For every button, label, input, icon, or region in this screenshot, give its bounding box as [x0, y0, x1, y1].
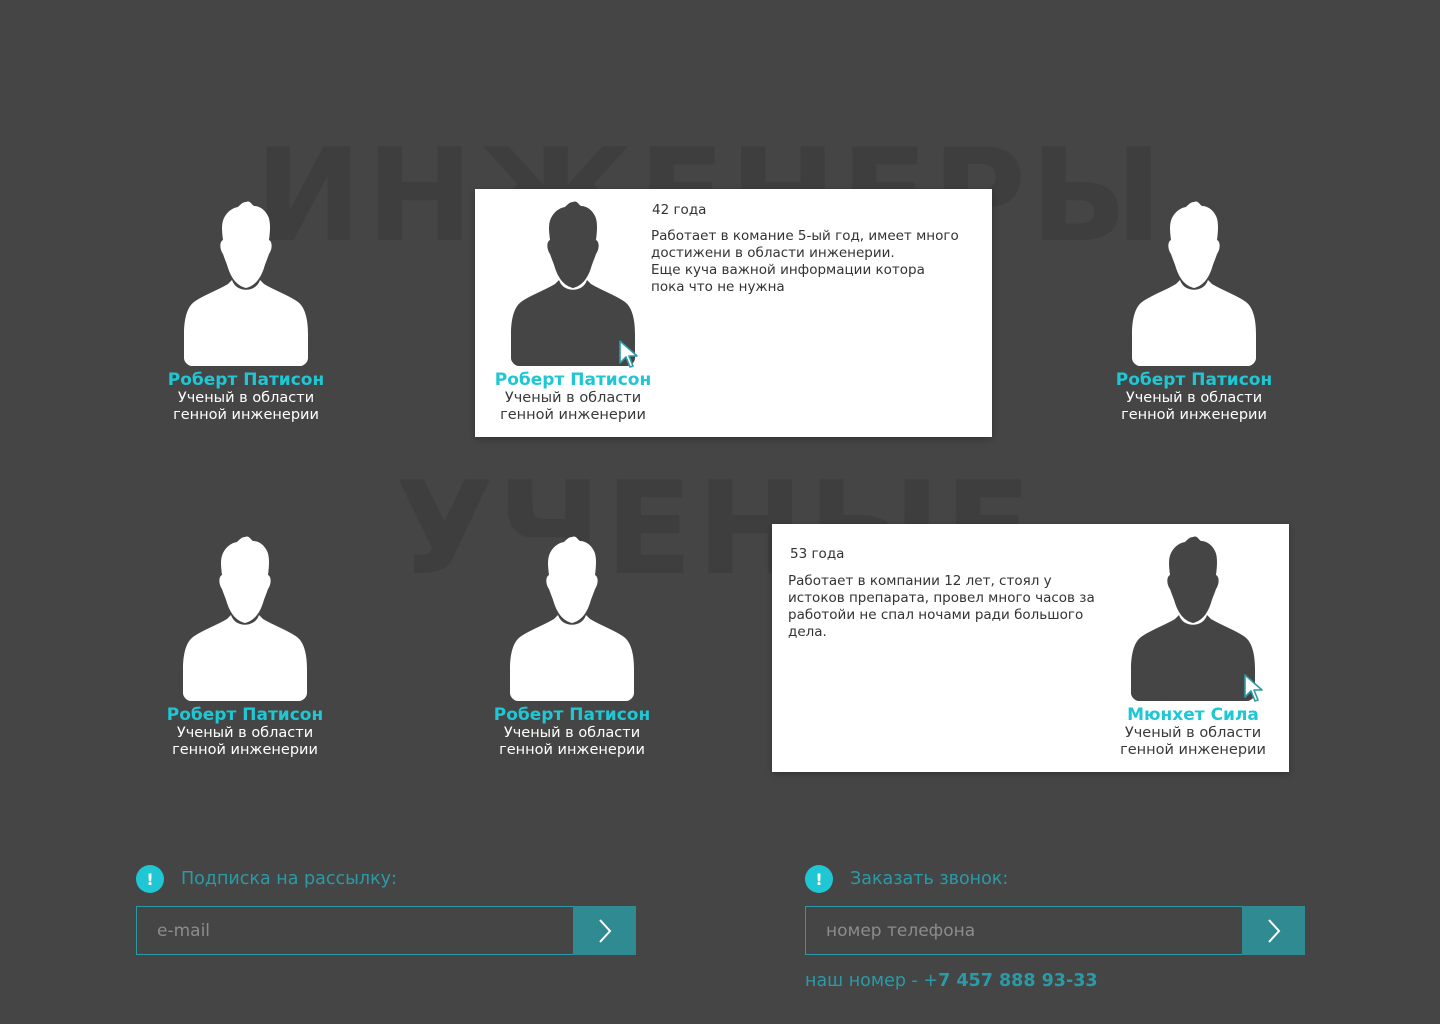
email-input[interactable] — [136, 906, 573, 955]
person-name: Мюнхет Сила — [1127, 705, 1259, 725]
person-name: Роберт Патисон — [493, 705, 651, 725]
person-card[interactable]: Мюнхет Сила Ученый в области генной инжен… — [1083, 533, 1303, 759]
person-age: 53 года — [790, 546, 845, 562]
person-role: Ученый в области генной инженерии — [500, 390, 646, 423]
person-role: Ученый в области генной инженерии — [1120, 725, 1266, 758]
person-description: Работает в компании 12 лет, стоял у исто… — [788, 573, 1095, 640]
person-role: Ученый в области генной инженерии — [1121, 390, 1267, 423]
user-avatar-icon — [1132, 201, 1256, 366]
person-role: Ученый в области генной инженерии — [499, 725, 645, 758]
alert-icon: ! — [136, 865, 164, 893]
callback-label: Заказать звонок: — [850, 869, 1009, 889]
person-card[interactable]: Роберт Патисон Ученый в области генной ин… — [1084, 198, 1304, 424]
newsletter-section: ! Подписка на рассылку: — [136, 864, 636, 955]
user-avatar-icon — [183, 536, 307, 701]
user-avatar-icon — [184, 201, 308, 366]
user-avatar-icon — [510, 536, 634, 701]
phone-input[interactable] — [805, 906, 1242, 955]
phone-prefix: наш номер - + — [805, 971, 939, 991]
person-role: Ученый в области генной инженерии — [172, 725, 318, 758]
phone-number: 7 457 888 93-33 — [938, 971, 1098, 991]
chevron-right-icon — [1267, 918, 1280, 943]
person-role: Ученый в области генной инженерии — [173, 390, 319, 423]
alert-icon: ! — [805, 865, 833, 893]
person-card[interactable]: Роберт Патисон Ученый в области генной ин… — [135, 533, 355, 759]
callback-submit-button[interactable] — [1242, 906, 1305, 955]
person-name: Роберт Патисон — [1115, 370, 1273, 390]
person-card[interactable]: Роберт Патисон Ученый в области генной ин… — [463, 198, 683, 424]
mouse-cursor-icon — [619, 340, 638, 368]
person-card[interactable]: Роберт Патисон Ученый в области генной ин… — [462, 533, 682, 759]
newsletter-submit-button[interactable] — [573, 906, 636, 955]
person-description: Работает в комание 5-ый год, имеет много… — [651, 228, 959, 295]
callback-form — [805, 906, 1305, 955]
newsletter-label: Подписка на рассылку: — [181, 869, 397, 889]
person-name: Роберт Патисон — [494, 370, 652, 390]
person-name: Роберт Патисон — [167, 370, 325, 390]
phone-number-line: наш номер - +7 457 888 93-33 — [805, 971, 1305, 991]
person-card[interactable]: Роберт Патисон Ученый в области генной ин… — [136, 198, 356, 424]
mouse-cursor-icon — [1244, 674, 1263, 702]
newsletter-form — [136, 906, 636, 955]
chevron-right-icon — [598, 918, 611, 943]
person-name: Роберт Патисон — [166, 705, 324, 725]
callback-section: ! Заказать звонок: наш номер - +7 457 88… — [805, 864, 1305, 991]
user-avatar-icon — [1131, 536, 1255, 701]
